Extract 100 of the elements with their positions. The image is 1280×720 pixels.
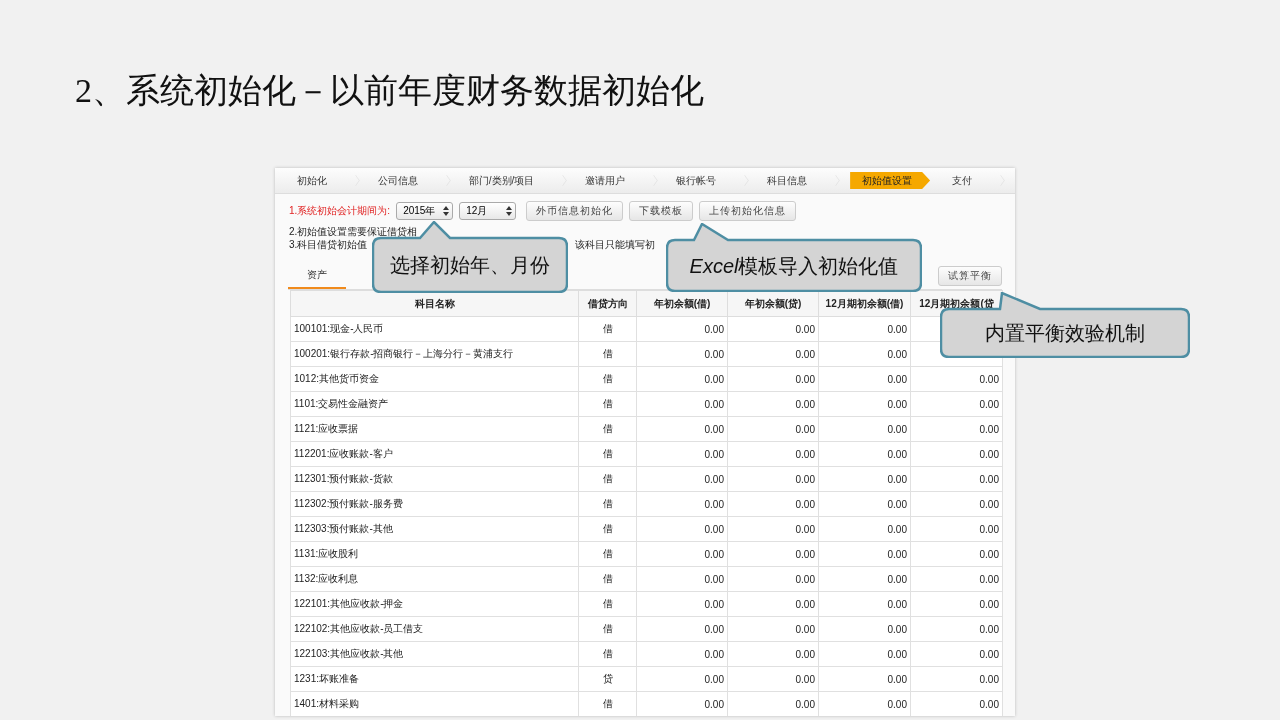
toolbar-button[interactable]: 上传初始化信息 bbox=[699, 201, 797, 221]
table-cell: 借 bbox=[602, 348, 613, 359]
table-cell: 0.00 bbox=[887, 698, 907, 710]
table-cell: 122102:其他应收款-员工借支 bbox=[294, 623, 424, 634]
step-item[interactable]: 公司信息 bbox=[369, 172, 432, 189]
table-cell: 借 bbox=[602, 548, 613, 559]
table-cell: 0.00 bbox=[795, 323, 815, 335]
table-cell: 0.00 bbox=[704, 448, 724, 460]
column-header: 科目名称 bbox=[290, 290, 579, 317]
step-item[interactable]: 部门/类别/项目 bbox=[460, 172, 549, 189]
updown-arrow-icon bbox=[443, 206, 450, 216]
table-cell: 0.00 bbox=[979, 648, 999, 660]
table-cell: 0.00 bbox=[704, 398, 724, 410]
table-cell: 1132:应收利息 bbox=[294, 573, 359, 584]
table-cell: 112303:预付账款-其他 bbox=[294, 523, 393, 534]
table-cell: 0.00 bbox=[979, 548, 999, 560]
table-cell: 1231:坏账准备 bbox=[294, 673, 360, 684]
table-cell: 0.00 bbox=[795, 498, 815, 510]
step-item[interactable]: 科目信息 bbox=[759, 172, 822, 189]
table-cell: 0.00 bbox=[704, 698, 724, 710]
table-cell: 0.00 bbox=[979, 398, 999, 410]
table-cell: 借 bbox=[602, 423, 613, 434]
callout-text: Excel模板导入初始化值 bbox=[689, 253, 899, 279]
callout-text: 选择初始年、月份 bbox=[390, 253, 550, 278]
table-cell: 0.00 bbox=[979, 698, 999, 710]
table-cell: 0.00 bbox=[887, 498, 907, 510]
column-header: 年初余额(借) bbox=[636, 290, 728, 317]
trial-balance-button[interactable]: 试算平衡 bbox=[938, 266, 1002, 286]
table-cell: 0.00 bbox=[704, 498, 724, 510]
table-cell: 112301:预付账款-货款 bbox=[294, 473, 393, 484]
table-cell: 0.00 bbox=[979, 573, 999, 585]
table-cell: 0.00 bbox=[979, 423, 999, 435]
note-text: 3.科目借贷初始值 bbox=[289, 238, 368, 251]
table-cell: 贷 bbox=[602, 673, 613, 684]
table-cell: 0.00 bbox=[704, 673, 724, 685]
table-cell: 0.00 bbox=[887, 623, 907, 635]
table-cell: 借 bbox=[602, 598, 613, 609]
table-cell: 0.00 bbox=[887, 373, 907, 385]
table-cell: 0.00 bbox=[795, 448, 815, 460]
table-cell: 0.00 bbox=[979, 598, 999, 610]
table-cell: 0.00 bbox=[979, 373, 999, 385]
table-cell: 0.00 bbox=[887, 673, 907, 685]
table-cell: 0.00 bbox=[979, 498, 999, 510]
table-cell: 0.00 bbox=[979, 523, 999, 535]
step-item[interactable]: 初始化 bbox=[289, 172, 341, 189]
table-cell: 借 bbox=[602, 573, 613, 584]
month-select[interactable]: 12月 bbox=[459, 202, 517, 220]
column-header: 12月期初余额(借) bbox=[818, 290, 911, 317]
table-cell: 0.00 bbox=[979, 673, 999, 685]
slide-title: 2、系统初始化－以前年度财务数据初始化 bbox=[75, 71, 704, 111]
table-cell: 0.00 bbox=[887, 598, 907, 610]
table-cell: 100201:银行存款-招商银行－上海分行－黄浦支行 bbox=[294, 348, 514, 359]
toolbar-button[interactable]: 下载模板 bbox=[629, 201, 694, 221]
table-cell: 0.00 bbox=[704, 623, 724, 635]
table-cell: 1101:交易性金融资产 bbox=[294, 398, 389, 409]
step-item[interactable]: 初始值设置 bbox=[850, 172, 931, 189]
year-select[interactable]: 2015年 bbox=[396, 202, 454, 220]
table-cell: 0.00 bbox=[795, 573, 815, 585]
table-cell: 0.00 bbox=[887, 398, 907, 410]
table-cell: 0.00 bbox=[887, 348, 907, 360]
table-cell: 1131:应收股利 bbox=[294, 548, 359, 559]
toolbar-button[interactable]: 外币信息初始化 bbox=[526, 201, 624, 221]
table-cell: 0.00 bbox=[795, 373, 815, 385]
table-cell: 0.00 bbox=[887, 573, 907, 585]
table-cell: 借 bbox=[602, 398, 613, 409]
table-cell: 0.00 bbox=[887, 423, 907, 435]
table-cell: 0.00 bbox=[887, 523, 907, 535]
table-cell: 0.00 bbox=[887, 448, 907, 460]
table-cell: 0.00 bbox=[795, 598, 815, 610]
table-cell: 0.00 bbox=[887, 548, 907, 560]
table-cell: 0.00 bbox=[795, 423, 815, 435]
period-label: 1.系统初始会计期间为: bbox=[289, 204, 391, 218]
table-cell: 112302:预付账款-服务费 bbox=[294, 498, 403, 509]
table-cell: 0.00 bbox=[704, 323, 724, 335]
table-cell: 0.00 bbox=[704, 473, 724, 485]
callout-text: 内置平衡效验机制 bbox=[985, 321, 1145, 346]
table-cell: 0.00 bbox=[795, 623, 815, 635]
table-cell: 0.00 bbox=[795, 348, 815, 360]
table-cell: 1401:材料采购 bbox=[294, 698, 360, 709]
step-item[interactable]: 邀请用户 bbox=[577, 172, 640, 189]
table-cell: 借 bbox=[602, 648, 613, 659]
table-cell: 0.00 bbox=[795, 398, 815, 410]
table-cell: 100101:现金-人民币 bbox=[294, 323, 384, 334]
table-cell: 借 bbox=[602, 623, 613, 634]
table-cell: 0.00 bbox=[704, 548, 724, 560]
table-cell: 0.00 bbox=[979, 623, 999, 635]
table-cell: 0.00 bbox=[887, 648, 907, 660]
table-cell: 0.00 bbox=[795, 698, 815, 710]
table-cell: 借 bbox=[602, 698, 613, 709]
table-cell: 0.00 bbox=[795, 473, 815, 485]
column-header: 借贷方向 bbox=[578, 290, 637, 317]
step-item[interactable]: 支付 bbox=[944, 172, 987, 189]
step-item[interactable]: 银行帐号 bbox=[668, 172, 731, 189]
table-cell: 借 bbox=[602, 473, 613, 484]
table-cell: 0.00 bbox=[979, 448, 999, 460]
table-cell: 借 bbox=[602, 373, 613, 384]
table-cell: 0.00 bbox=[795, 648, 815, 660]
table-cell: 借 bbox=[602, 498, 613, 509]
updown-arrow-icon bbox=[506, 206, 513, 216]
note-text: 该科目只能填写初 bbox=[575, 238, 656, 251]
